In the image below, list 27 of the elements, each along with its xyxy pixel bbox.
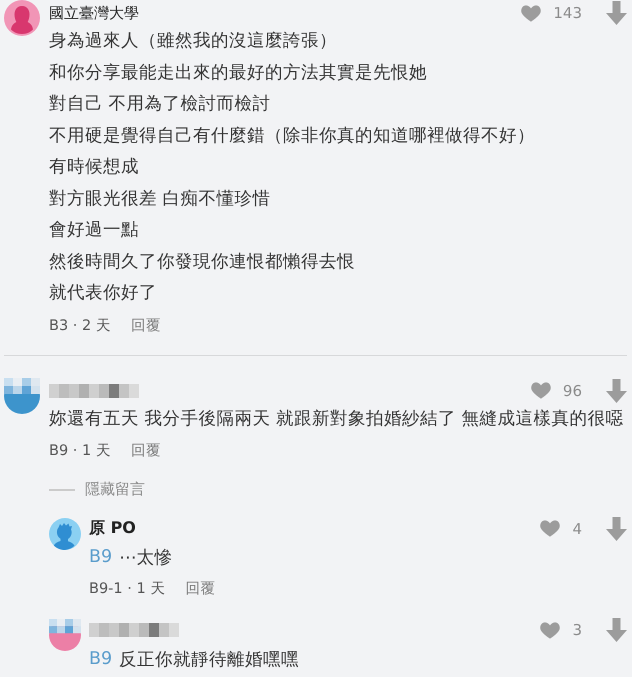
comment-text: 身為過來人（雖然我的沒這麼誇張） 和你分享最能走出來的最好的方法其實是先恨她 對自己 不用為了檢討而檢討 不用硬是覺得自己有什麼錯（除非你真的知道哪裡做得不好） 有時候想成 對方眼光很差 白痴不懂珍惜 會好過一點 然後時間久了你發現你連恨都懶得去恨 就代表你好了 bbox=[49, 30, 536, 305]
down-arrow-icon[interactable] bbox=[606, 516, 627, 540]
like-count: 96 bbox=[562, 382, 582, 400]
heart-icon[interactable] bbox=[539, 620, 562, 640]
floor-link[interactable]: B9 bbox=[89, 648, 112, 669]
comment-text: 妳還有五天 我分手後隔兩天 就跟新對象拍婚紗結了 無縫成這樣真的很噁 bbox=[49, 408, 625, 430]
down-arrow-icon[interactable] bbox=[606, 378, 627, 402]
down-arrow-icon[interactable] bbox=[606, 1, 627, 25]
heart-icon[interactable] bbox=[539, 519, 562, 538]
author-name: 原 PO bbox=[89, 518, 136, 539]
reply-text: 反正你就靜待離婚嘿嘿 bbox=[119, 648, 300, 671]
reply-button[interactable]: 回覆 bbox=[130, 441, 161, 460]
heart-icon[interactable] bbox=[520, 4, 542, 22]
author-name: 國立臺灣大學 bbox=[49, 4, 139, 22]
down-arrow-icon[interactable] bbox=[606, 618, 627, 642]
comment-meta: B9 · 1 天 bbox=[49, 442, 111, 460]
reply-button[interactable]: 回覆 bbox=[185, 579, 216, 598]
reply-button[interactable]: 回覆 bbox=[130, 316, 161, 334]
hide-comments-button[interactable]: 隱藏留言 bbox=[49, 478, 145, 502]
like-count: 3 bbox=[572, 621, 582, 639]
floor-link[interactable]: B9 bbox=[89, 547, 112, 568]
reply-text: ⋯太慘 bbox=[119, 547, 173, 570]
comment-meta: B3 · 2 天 bbox=[49, 316, 111, 334]
heart-icon[interactable] bbox=[530, 381, 552, 400]
comment-meta: B9-1 · 1 天 bbox=[89, 580, 166, 598]
like-count: 143 bbox=[553, 4, 582, 22]
like-count: 4 bbox=[572, 520, 582, 538]
